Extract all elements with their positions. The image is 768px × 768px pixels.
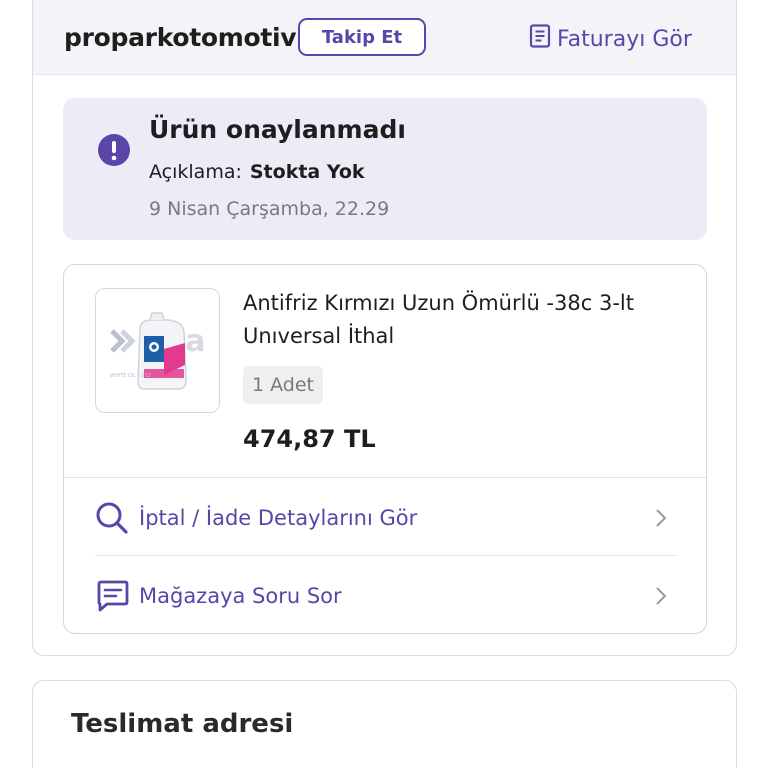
search-icon xyxy=(95,501,131,535)
status-description-label: Açıklama: xyxy=(149,161,242,183)
product-price: 474,87 TL xyxy=(243,425,376,453)
svg-text:WHITE OIL · 3 LT: WHITE OIL · 3 LT xyxy=(110,373,152,379)
invoice-label: Faturayı Gör xyxy=(557,26,692,52)
ask-store-link[interactable]: Mağazaya Soru Sor xyxy=(95,565,677,627)
order-card: proparkotomotiv Takip Et Faturayı Gör Ür… xyxy=(32,0,737,656)
return-details-label: İptal / İade Detaylarını Gör xyxy=(139,506,418,530)
follow-button[interactable]: Takip Et xyxy=(298,18,426,56)
chat-icon xyxy=(95,579,131,613)
status-date: 9 Nisan Çarşamba, 22.29 xyxy=(149,198,390,220)
status-description: Açıklama: Stokta Yok xyxy=(149,161,365,183)
exclamation-circle-icon xyxy=(97,133,131,171)
divider xyxy=(64,477,706,478)
product-image[interactable]: ma WHITE OIL · 3 LT xyxy=(95,288,220,413)
seller-header: proparkotomotiv Takip Et Faturayı Gör xyxy=(33,0,736,75)
product-title[interactable]: Antifriz Kırmızı Uzun Ömürlü -38c 3-lt U… xyxy=(243,287,683,353)
delivery-card: Teslimat adresi xyxy=(32,680,737,768)
return-details-link[interactable]: İptal / İade Detaylarını Gör xyxy=(95,487,677,549)
divider xyxy=(95,555,677,556)
chevron-right-icon xyxy=(655,508,667,532)
status-description-value: Stokta Yok xyxy=(249,161,365,183)
document-icon xyxy=(529,24,557,54)
product-box: ma WHITE OIL · 3 LT Antifriz Kırmızı Uzu… xyxy=(63,264,707,634)
quantity-badge: 1 Adet xyxy=(243,366,323,404)
invoice-link[interactable]: Faturayı Gör xyxy=(529,24,692,54)
ask-store-label: Mağazaya Soru Sor xyxy=(139,584,342,608)
status-title: Ürün onaylanmadı xyxy=(149,115,406,144)
delivery-title: Teslimat adresi xyxy=(71,709,294,739)
chevron-right-icon xyxy=(655,586,667,610)
seller-name[interactable]: proparkotomotiv xyxy=(64,23,297,52)
order-status-box: Ürün onaylanmadı Açıklama: Stokta Yok 9 N… xyxy=(63,98,707,240)
